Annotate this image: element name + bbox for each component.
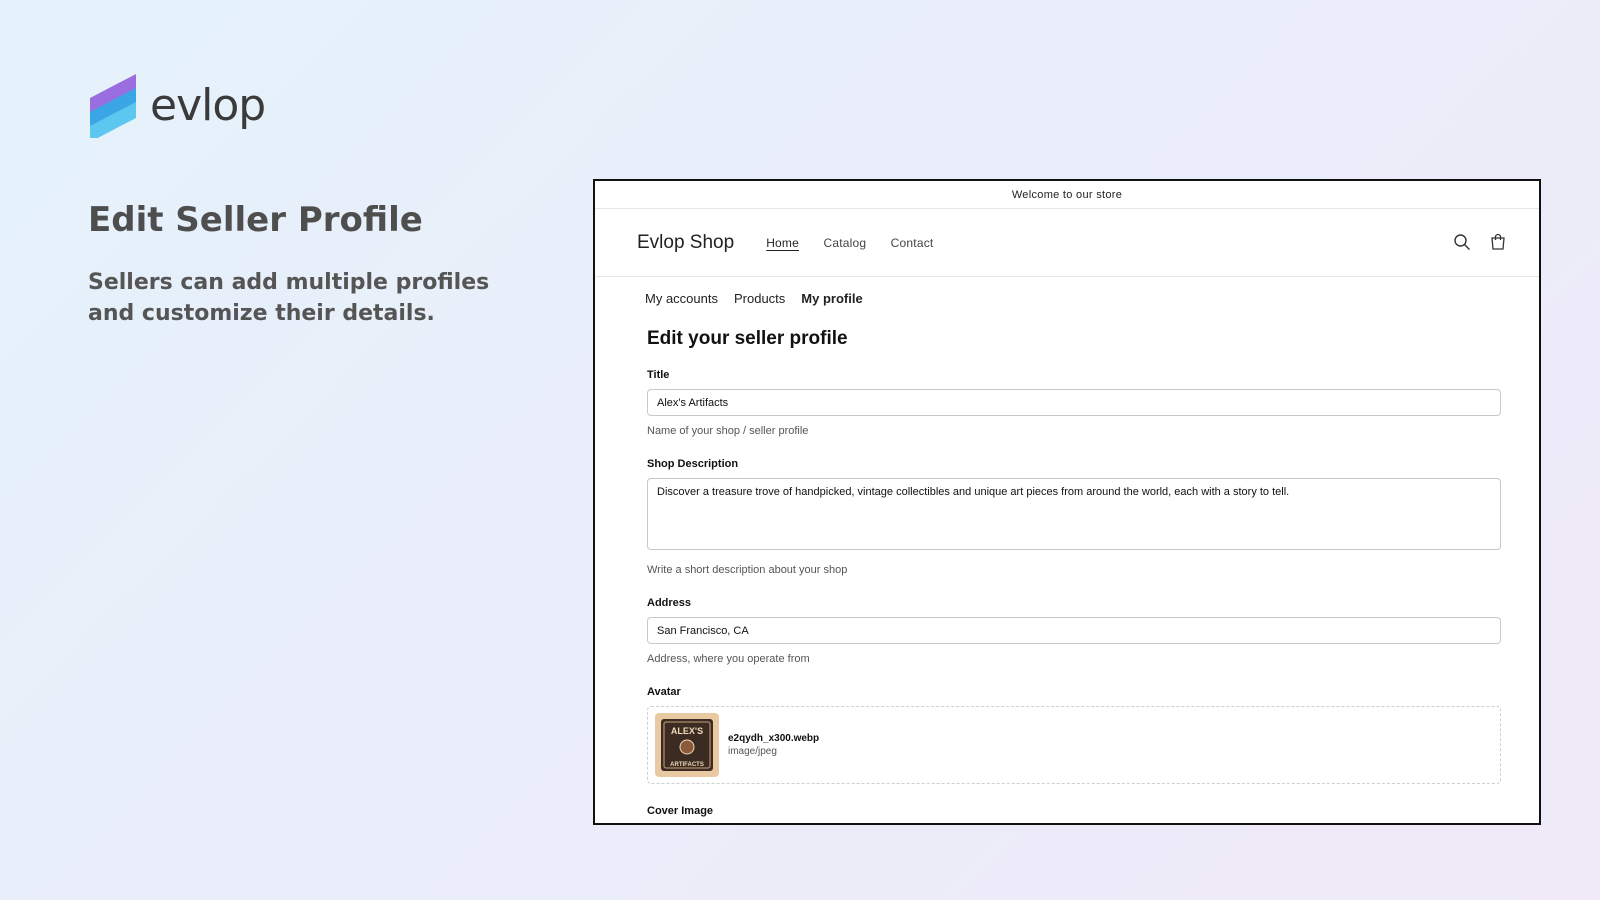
store-header: Evlop Shop Home Catalog Contact <box>595 209 1539 277</box>
avatar-file-meta: e2qydh_x300.webp image/jpeg <box>728 733 819 757</box>
nav-contact[interactable]: Contact <box>891 236 934 250</box>
search-icon[interactable] <box>1453 233 1471 251</box>
promo-subtitle: Sellers can add multiple profiles and cu… <box>88 270 490 326</box>
account-nav: My accounts Products My profile <box>595 277 1539 306</box>
description-label: Shop Description <box>647 458 739 470</box>
evlop-logo-mark <box>90 74 136 138</box>
promo-title: Edit Seller Profile <box>88 200 423 240</box>
avatar-file-type: image/jpeg <box>728 746 777 757</box>
avatar-text-bottom: ARTIFACTS <box>670 762 704 768</box>
nav-home[interactable]: Home <box>766 236 799 250</box>
avatar-text-top: ALEX'S <box>671 726 703 736</box>
description-textarea[interactable]: Discover a treasure trove of handpicked,… <box>647 478 1501 550</box>
title-input[interactable] <box>647 389 1501 416</box>
avatar-label: Avatar <box>647 686 681 698</box>
address-help: Address, where you operate from <box>647 653 810 665</box>
title-help: Name of your shop / seller profile <box>647 425 809 437</box>
announcement-bar: Welcome to our store <box>595 181 1539 209</box>
store-screenshot: Welcome to our store Evlop Shop Home Cat… <box>593 179 1541 825</box>
cover-label: Cover Image <box>647 805 714 817</box>
nav-catalog[interactable]: Catalog <box>823 236 866 250</box>
address-label: Address <box>647 597 692 609</box>
tab-my-profile[interactable]: My profile <box>801 291 862 306</box>
seller-profile-form: Edit your seller profile Title Name of y… <box>595 328 1539 823</box>
evlop-logo: evlop <box>88 72 266 138</box>
shop-name[interactable]: Evlop Shop <box>637 232 734 254</box>
form-heading: Edit your seller profile <box>647 328 848 349</box>
avatar-thumbnail: ALEX'S ARTIFACTS <box>655 713 719 777</box>
tab-products[interactable]: Products <box>734 291 785 306</box>
evlop-logo-text: evlop <box>150 79 266 131</box>
tab-my-accounts[interactable]: My accounts <box>645 291 718 306</box>
description-help: Write a short description about your sho… <box>647 564 848 576</box>
avatar-file-name: e2qydh_x300.webp <box>728 733 820 744</box>
header-icons <box>1453 233 1507 251</box>
main-nav: Home Catalog Contact <box>766 234 953 252</box>
cart-icon[interactable] <box>1489 233 1507 251</box>
address-input[interactable] <box>647 617 1501 644</box>
avatar-dropzone[interactable]: ALEX'S ARTIFACTS e2qydh_x300.webp image/… <box>647 706 1501 784</box>
title-label: Title <box>647 369 670 381</box>
